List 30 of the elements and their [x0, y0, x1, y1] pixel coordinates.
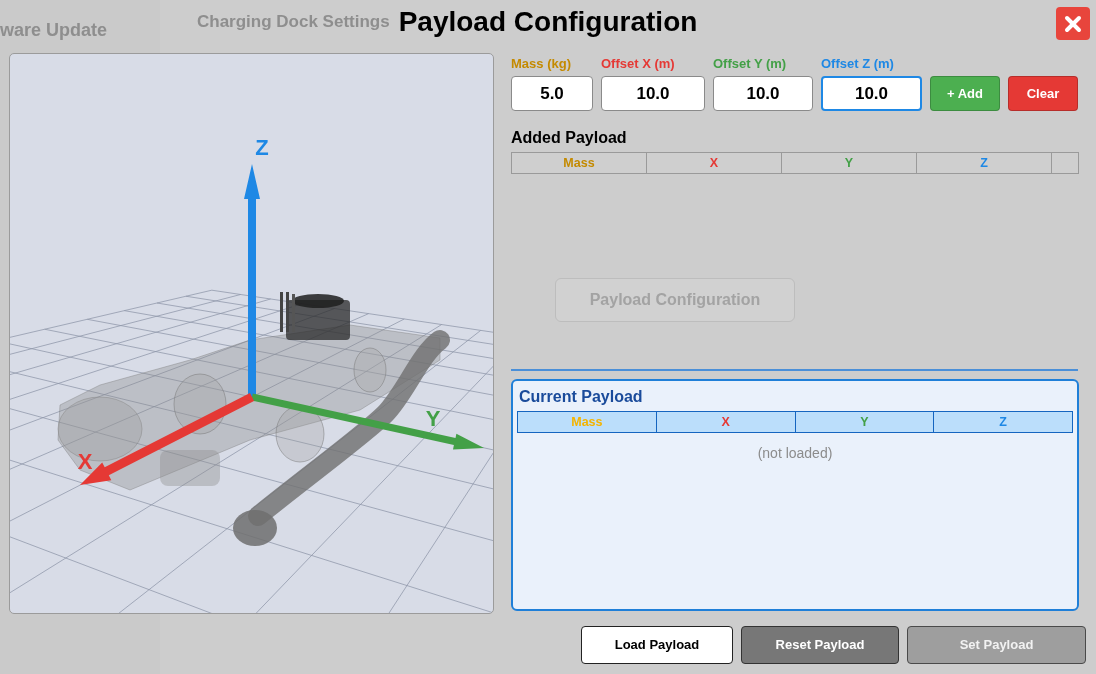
table-header-cell: Z [917, 153, 1052, 173]
field-label: Mass (kg) [511, 56, 572, 71]
value-input[interactable]: 5.0 [511, 76, 593, 111]
footer-button[interactable]: Load Payload [581, 626, 733, 664]
field-label: Offset Z (m) [821, 56, 895, 71]
section-title: Added Payload [511, 129, 628, 147]
dialog-title: Payload Configuration [398, 5, 698, 39]
panel-title: Current Payload [518, 387, 644, 407]
table-header-cell: Y [795, 412, 935, 432]
axis-label: X [77, 449, 93, 474]
viewport-panel[interactable]: Z Y X [9, 53, 494, 614]
axis-label: Y [425, 406, 441, 431]
table-header-cell: X [656, 412, 796, 432]
table-header-cell: X [647, 153, 782, 173]
action-button[interactable]: Clear [1008, 76, 1078, 111]
field-label: Offset X (m) [601, 56, 676, 71]
table-header-cell: Mass [512, 153, 647, 173]
field-label: Offset Y (m) [713, 56, 788, 71]
empty-message: (not loaded) [757, 444, 833, 462]
close-button[interactable] [1056, 7, 1090, 40]
axis-label: Z [255, 135, 269, 160]
table-header-cell-text: Z [998, 413, 1008, 431]
value-input[interactable]: 10.0 [821, 76, 922, 111]
value-input[interactable]: 10.0 [601, 76, 705, 111]
background-title: Charging Dock Settings [197, 11, 390, 33]
table-header-cell: Y [782, 153, 917, 173]
footer-button[interactable]: Reset Payload [741, 626, 899, 664]
value-input[interactable]: 10.0 [713, 76, 813, 111]
table-header-cell: Mass [518, 412, 657, 432]
action-button[interactable]: + Add [930, 76, 1000, 111]
